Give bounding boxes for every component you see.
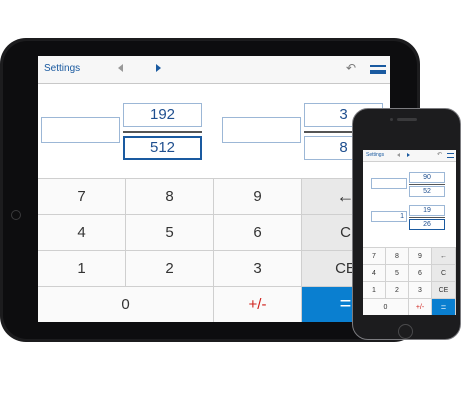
- sign-key[interactable]: +/-: [214, 287, 302, 322]
- phone-fraction1-numerator-input[interactable]: 90: [409, 172, 445, 183]
- key-6[interactable]: 6: [214, 215, 302, 251]
- menu-icon[interactable]: [370, 65, 386, 74]
- phone-clear-key[interactable]: C: [432, 265, 456, 282]
- settings-link[interactable]: Settings: [44, 63, 80, 74]
- key-9[interactable]: 9: [214, 179, 302, 215]
- phone-key-3[interactable]: 3: [409, 282, 432, 299]
- tablet-screen: Settings ↶ 192 512 3 8 7 8 9 ← 4 5 6 C 1…: [38, 56, 390, 322]
- phone-speaker: [397, 118, 417, 121]
- key-0[interactable]: 0: [38, 287, 214, 322]
- fraction1-whole-input[interactable]: [41, 117, 120, 143]
- fraction1-numerator-input[interactable]: 192: [123, 103, 202, 127]
- phone-fraction2-bar: [409, 217, 445, 218]
- phone-screen: Settings ↶ 90 52 1 19 26 7 8 9 ← 4 5 6 C…: [363, 150, 456, 315]
- phone-camera: [390, 118, 393, 121]
- phone-sign-key[interactable]: +/-: [409, 299, 432, 315]
- phone-home-button: [398, 324, 413, 339]
- tablet-nav-bar: Settings ↶: [38, 56, 390, 84]
- fraction2-whole-input[interactable]: [222, 117, 301, 143]
- phone-key-5[interactable]: 5: [386, 265, 409, 282]
- phone-forward-arrow-icon[interactable]: [407, 153, 410, 157]
- tablet-home-button: [11, 210, 21, 220]
- phone-menu-icon[interactable]: [447, 153, 454, 158]
- phone-key-9[interactable]: 9: [409, 248, 432, 265]
- phone-key-2[interactable]: 2: [386, 282, 409, 299]
- phone-fraction2-numerator-input[interactable]: 19: [409, 205, 445, 216]
- phone-fraction1-denominator-input[interactable]: 52: [409, 186, 445, 197]
- phone-key-0[interactable]: 0: [363, 299, 409, 315]
- phone-clear-entry-key[interactable]: CE: [432, 282, 456, 299]
- phone-undo-icon[interactable]: ↶: [437, 151, 442, 158]
- phone-fraction2-denominator-input[interactable]: 26: [409, 219, 445, 230]
- key-4[interactable]: 4: [38, 215, 126, 251]
- phone-backspace-key[interactable]: ←: [432, 248, 456, 265]
- phone-key-7[interactable]: 7: [363, 248, 386, 265]
- phone-fraction1-whole-input[interactable]: [371, 178, 407, 189]
- phone-back-arrow-icon[interactable]: [397, 153, 400, 157]
- key-3[interactable]: 3: [214, 251, 302, 287]
- key-1[interactable]: 1: [38, 251, 126, 287]
- key-2[interactable]: 2: [126, 251, 214, 287]
- phone-nav-bar: Settings ↶: [363, 150, 456, 162]
- phone-key-6[interactable]: 6: [409, 265, 432, 282]
- phone-fraction1-bar: [409, 184, 445, 185]
- phone-keypad: 7 8 9 ← 4 5 6 C 1 2 3 CE 0 +/- =: [363, 247, 456, 315]
- fraction1-bar: [123, 131, 202, 133]
- phone-key-8[interactable]: 8: [386, 248, 409, 265]
- phone-fraction2-whole-input[interactable]: 1: [371, 211, 407, 222]
- phone-settings-link[interactable]: Settings: [366, 152, 384, 158]
- tablet-keypad: 7 8 9 ← 4 5 6 C 1 2 3 CE 0 +/- =: [38, 178, 390, 322]
- back-arrow-icon[interactable]: [118, 64, 123, 72]
- phone-key-1[interactable]: 1: [363, 282, 386, 299]
- key-5[interactable]: 5: [126, 215, 214, 251]
- undo-icon[interactable]: ↶: [346, 61, 356, 75]
- fraction1-denominator-input[interactable]: 512: [123, 136, 202, 160]
- key-8[interactable]: 8: [126, 179, 214, 215]
- key-7[interactable]: 7: [38, 179, 126, 215]
- forward-arrow-icon[interactable]: [156, 64, 161, 72]
- phone-equals-key[interactable]: =: [432, 299, 456, 315]
- phone-key-4[interactable]: 4: [363, 265, 386, 282]
